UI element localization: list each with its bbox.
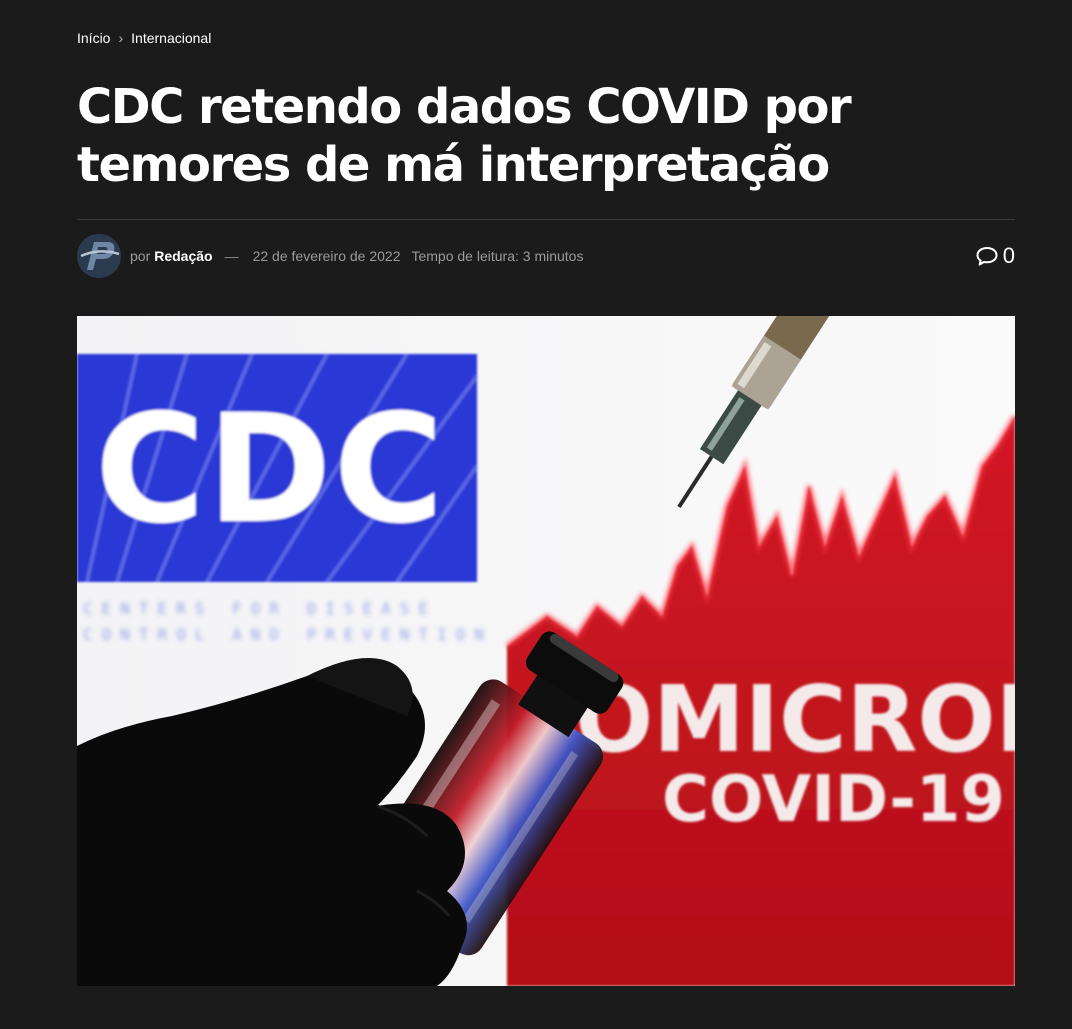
title-divider — [77, 219, 1015, 220]
article-meta: por Redação — 22 de fevereiro de 2022 Te… — [77, 234, 1015, 278]
speech-bubble-icon — [976, 247, 998, 266]
publish-date: 22 de fevereiro de 2022 — [252, 248, 401, 264]
reading-time: Tempo de leitura: 3 minutos — [411, 248, 584, 264]
author-link[interactable]: Redação — [154, 248, 212, 264]
article-title: CDC retendo dados COVID por temores de m… — [77, 79, 852, 193]
author-avatar[interactable] — [77, 234, 121, 278]
article-page: Início › Internacional CDC retendo dados… — [0, 0, 1072, 1029]
covid-19-text: COVID-19 — [662, 763, 1005, 837]
comments-count: 0 — [1002, 243, 1015, 268]
comments-link[interactable]: 0 — [975, 243, 1015, 269]
author-logo-icon — [77, 234, 121, 278]
omicron-text: OMICRON — [575, 666, 1015, 773]
by-label: por — [130, 248, 151, 264]
cdc-omicron-vaccine-illustration: CDC CENTERS FOR DISEASE CONTROL AND PREV… — [77, 316, 1015, 986]
breadcrumb-home-link[interactable]: Início — [77, 30, 110, 46]
cdc-logo-subtext-2: CONTROL AND PREVENTION — [83, 625, 493, 644]
breadcrumb-category-link[interactable]: Internacional — [131, 30, 211, 46]
cdc-logo-text: CDC — [95, 383, 446, 557]
chevron-right-icon: › — [118, 30, 124, 46]
featured-image[interactable]: CDC CENTERS FOR DISEASE CONTROL AND PREV… — [77, 316, 1015, 986]
cdc-logo-subtext-1: CENTERS FOR DISEASE — [83, 599, 437, 618]
breadcrumb: Início › Internacional — [77, 30, 211, 46]
meta-dash: — — [224, 248, 239, 264]
